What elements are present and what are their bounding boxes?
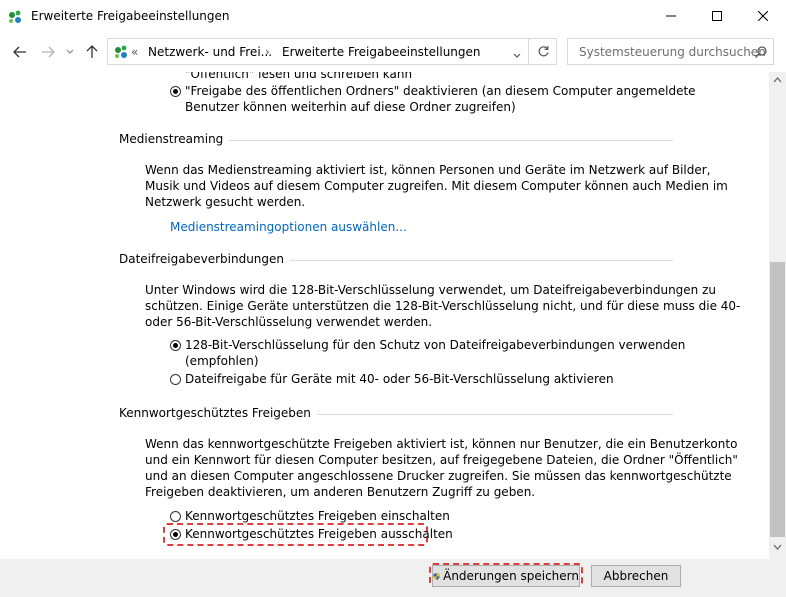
save-changes-button[interactable]: Änderungen speichern xyxy=(432,565,580,587)
password-on-radio[interactable] xyxy=(170,511,181,522)
window-title: Erweiterte Freigabeeinstellungen xyxy=(31,9,230,23)
password-description-line: und an diesen Computer angeschlossene Dr… xyxy=(145,469,732,483)
breadcrumb-overflow[interactable]: « xyxy=(131,45,138,59)
settings-content: "Öffentlich" lesen und schreiben kann "F… xyxy=(0,72,769,559)
encryption-40-56-label[interactable]: Dateifreigabe für Geräte mit 40- oder 56… xyxy=(185,371,614,387)
search-placeholder: Systemsteuerung durchsuchen xyxy=(579,45,766,59)
recent-locations-button[interactable] xyxy=(60,42,80,62)
file-sharing-description-line: oder 56-Bit-Verschlüsselung verwendet we… xyxy=(145,315,433,329)
minimize-button[interactable] xyxy=(648,0,694,32)
cancel-label: Abbrechen xyxy=(603,569,669,583)
scroll-down-icon[interactable] xyxy=(773,544,782,550)
chevron-down-icon xyxy=(513,53,521,58)
back-button[interactable] xyxy=(10,42,30,62)
encryption-40-56-radio[interactable] xyxy=(170,374,181,385)
breadcrumb-separator[interactable]: › xyxy=(265,45,270,59)
forward-arrow-icon xyxy=(42,46,55,58)
cancel-button[interactable]: Abbrechen xyxy=(591,565,681,587)
minimize-icon xyxy=(666,15,676,17)
file-sharing-description-line: schützen. Einige Geräte unterstützen die… xyxy=(145,299,741,313)
encryption-128-radio[interactable] xyxy=(170,340,181,351)
password-description-line: Freigeben deaktivieren, um anderen Benut… xyxy=(145,485,536,499)
public-folder-off-radio[interactable] xyxy=(170,86,181,97)
title-bar: Erweiterte Freigabeeinstellungen xyxy=(0,0,786,34)
media-description-line: Netzwerk gesucht werden. xyxy=(145,195,306,209)
public-folder-off-label[interactable]: "Freigabe des öffentlichen Ordners" deak… xyxy=(185,83,696,99)
search-icon xyxy=(755,46,767,58)
save-changes-label: Änderungen speichern xyxy=(443,569,579,583)
encryption-128-label[interactable]: 128-Bit-Verschlüsselung für den Schutz v… xyxy=(185,337,685,353)
close-icon xyxy=(758,11,768,21)
file-sharing-description-line: Unter Windows wird die 128-Bit-Verschlüs… xyxy=(145,283,717,297)
maximize-icon xyxy=(712,11,722,21)
media-description-line: Wenn das Medienstreaming aktiviert ist, … xyxy=(145,163,711,177)
search-box[interactable]: Systemsteuerung durchsuchen xyxy=(567,38,774,65)
password-off-label[interactable]: Kennwortgeschütztes Freigeben ausschalte… xyxy=(185,526,453,542)
media-description-line: Musik und Videos auf diesem Computer zug… xyxy=(145,179,728,193)
network-app-icon xyxy=(9,10,21,23)
password-off-radio[interactable] xyxy=(170,529,181,540)
media-streaming-options-link[interactable]: Medienstreamingoptionen auswählen... xyxy=(170,220,407,234)
password-description-line: und ein Kennwort für diesen Computer bes… xyxy=(145,453,738,467)
section-title-password: Kennwortgeschütztes Freigeben xyxy=(119,406,317,420)
section-title-file-sharing: Dateifreigabeverbindungen xyxy=(119,252,291,266)
forward-button[interactable] xyxy=(38,42,58,62)
close-button[interactable] xyxy=(740,0,786,32)
encryption-128-label-cont[interactable]: (empfohlen) xyxy=(185,353,259,369)
password-on-label[interactable]: Kennwortgeschütztes Freigeben einschalte… xyxy=(185,508,450,524)
public-folder-off-label-cont[interactable]: Benutzer können weiterhin auf diese Ordn… xyxy=(185,99,516,115)
uac-shield-icon xyxy=(433,572,440,580)
public-folder-option-label: "Öffentlich" lesen und schreiben kann xyxy=(185,72,413,81)
scroll-up-icon[interactable] xyxy=(773,77,782,83)
address-dropdown-button[interactable] xyxy=(513,48,521,62)
up-arrow-icon xyxy=(86,45,98,58)
password-description-line: Wenn das kennwortgeschützte Freigeben ak… xyxy=(145,437,738,451)
maximize-button[interactable] xyxy=(694,0,740,32)
breadcrumb-item-advanced[interactable]: Erweiterte Freigabeeinstellungen xyxy=(282,45,481,59)
section-title-media: Medienstreaming xyxy=(119,132,230,146)
chevron-down-icon xyxy=(66,49,74,54)
breadcrumb-item-network[interactable]: Netzwerk- und Frei... xyxy=(148,45,272,59)
up-button[interactable] xyxy=(82,42,102,62)
refresh-icon xyxy=(538,46,549,57)
network-location-icon xyxy=(115,45,127,58)
back-arrow-icon xyxy=(13,46,26,58)
address-bar[interactable]: « Netzwerk- und Frei... › Erweiterte Fre… xyxy=(107,38,557,65)
scrollbar-thumb[interactable] xyxy=(770,262,785,537)
refresh-button[interactable] xyxy=(528,38,558,65)
